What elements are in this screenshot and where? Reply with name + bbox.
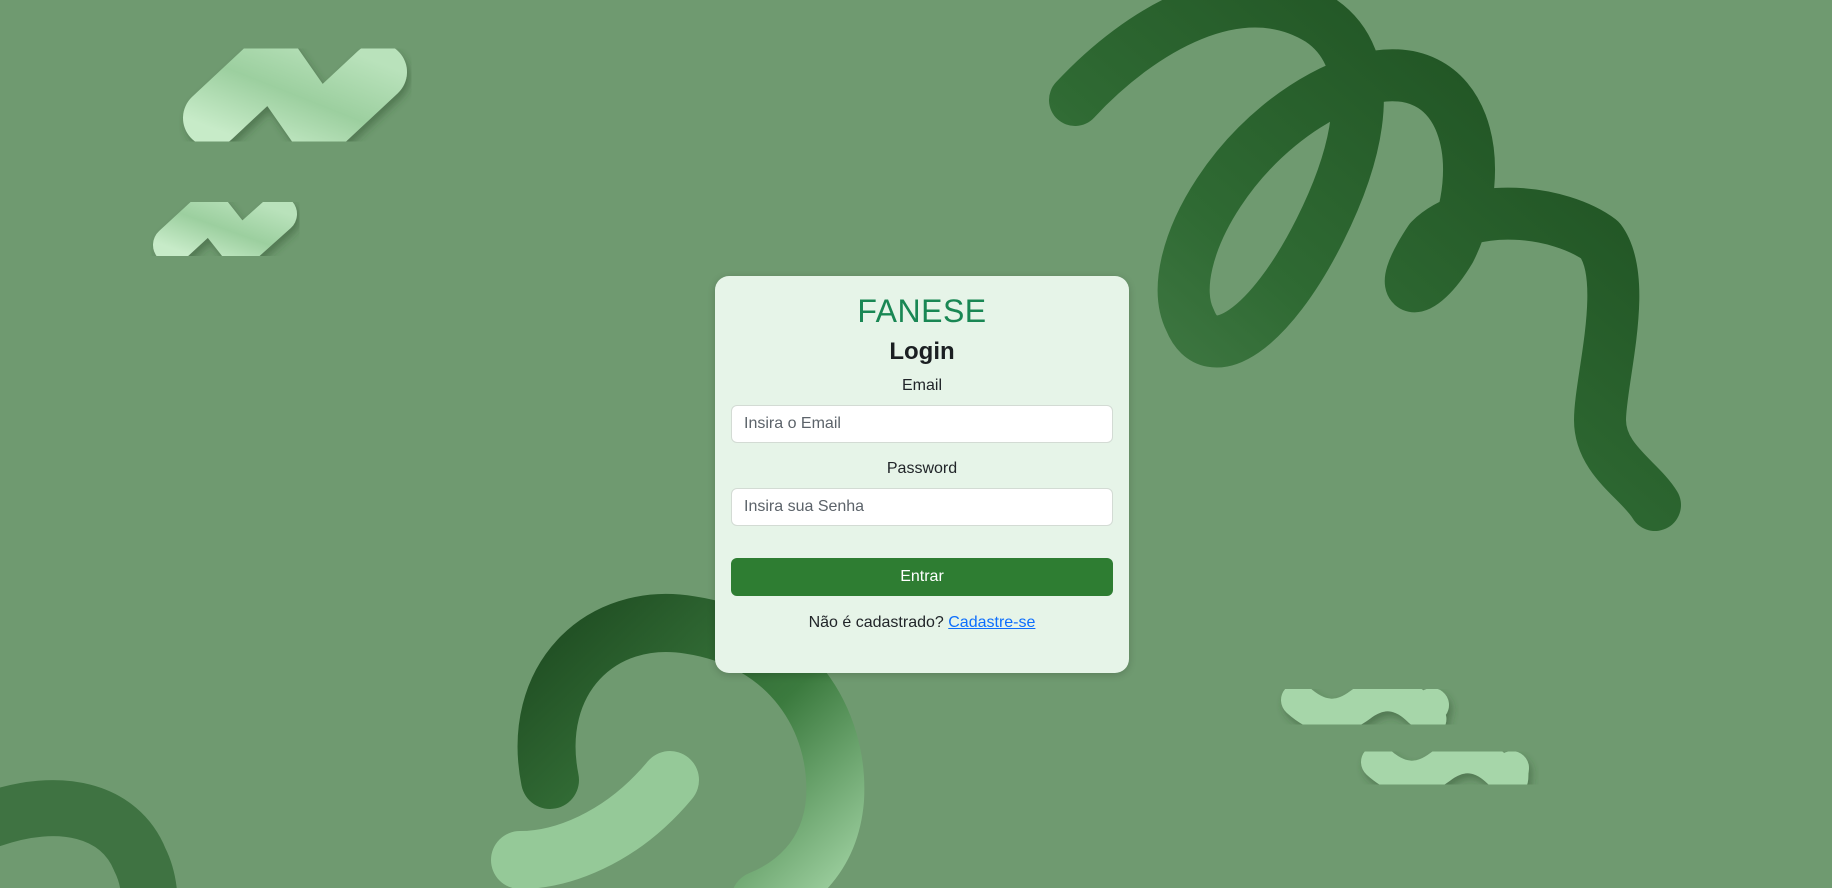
dark-arc-shape [0,780,177,888]
brand-title: FANESE [857,293,987,329]
email-label: Email [901,377,942,394]
light-zigzag-shape [183,33,407,157]
small-light-zigzag-shape [153,191,297,267]
light-squiggle-shape-2 [1361,739,1529,797]
page-title: Login [889,338,955,365]
dark-curl-shape [1049,0,1681,531]
light-squiggle-shape [1281,677,1449,737]
email-field[interactable] [731,405,1113,443]
password-field[interactable] [731,488,1113,526]
register-prompt-text: Não é cadastrado? [808,614,944,631]
login-card: FANESE Login Email Password Entrar Não é… [715,276,1129,673]
register-link[interactable]: Cadastre-se [948,614,1035,631]
login-button[interactable]: Entrar [731,558,1113,596]
password-label: Password [886,460,958,477]
register-prompt: Não é cadastrado? Cadastre-se [731,614,1113,632]
